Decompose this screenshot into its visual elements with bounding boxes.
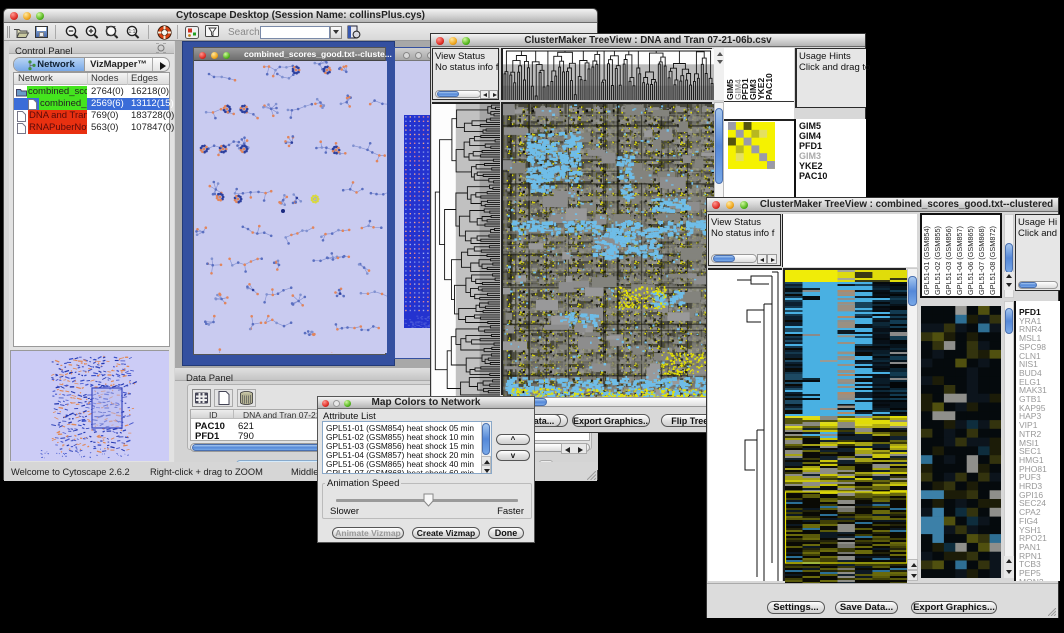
svg-text:1:1: 1:1: [129, 29, 136, 35]
